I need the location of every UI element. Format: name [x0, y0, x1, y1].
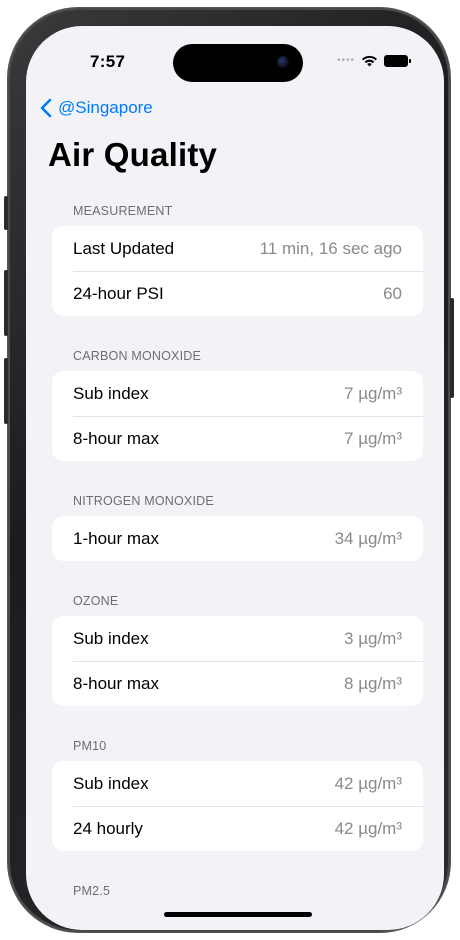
- row-label: 8-hour max: [73, 428, 159, 448]
- list-item: Sub index 3 µg/m³: [52, 616, 423, 661]
- back-button-label: @Singapore: [58, 98, 153, 117]
- row-value: 7 µg/m³: [344, 428, 402, 448]
- home-indicator[interactable]: [164, 912, 312, 917]
- volume-down-button: [4, 358, 8, 424]
- row-value: 3 µg/m³: [344, 628, 402, 648]
- list-item: 8-hour max 7 µg/m³: [52, 416, 423, 461]
- section-nitrogen-monoxide: NITROGEN MONOXIDE 1-hour max 34 µg/m³: [52, 486, 423, 561]
- section-header: OZONE: [73, 594, 119, 608]
- section-header: MEASUREMENT: [73, 204, 173, 218]
- row-value: 34 µg/m³: [334, 528, 402, 548]
- status-icons: ••••: [336, 54, 411, 67]
- phone-frame: 7:57 •••• @Singapore Air Quality MEASURE…: [4, 8, 454, 932]
- chevron-left-icon: [40, 98, 52, 118]
- power-button: [450, 298, 454, 398]
- section-group: Sub index 42 µg/m³ 24 hourly 42 µg/m³: [52, 761, 423, 851]
- row-value: 7 µg/m³: [344, 383, 402, 403]
- section-header: NITROGEN MONOXIDE: [73, 494, 214, 508]
- row-label: 24 hourly: [73, 818, 143, 838]
- section-header: PM2.5: [73, 884, 111, 898]
- settings-list: MEASUREMENT Last Updated 11 min, 16 sec …: [52, 196, 423, 930]
- section-pm10: PM10 Sub index 42 µg/m³ 24 hourly 42 µg/…: [52, 731, 423, 851]
- wifi-icon: [362, 55, 377, 67]
- list-item: 24-hour PSI 60: [52, 271, 423, 316]
- back-button[interactable]: @Singapore: [40, 98, 153, 118]
- signal-dots-icon: ••••: [336, 55, 355, 66]
- front-camera-icon: [277, 56, 289, 68]
- row-value: 8 µg/m³: [344, 673, 402, 693]
- screen: 7:57 •••• @Singapore Air Quality MEASURE…: [26, 26, 444, 930]
- list-item: Sub index 42 µg/m³: [52, 761, 423, 806]
- row-label: Sub index: [73, 383, 149, 403]
- row-label: 1-hour max: [73, 528, 159, 548]
- row-value: 42 µg/m³: [334, 818, 402, 838]
- section-group: Sub index 7 µg/m³ 8-hour max 7 µg/m³: [52, 371, 423, 461]
- section-header: PM10: [73, 739, 107, 753]
- row-label: Sub index: [73, 773, 149, 793]
- row-value: 42 µg/m³: [334, 773, 402, 793]
- list-item: Last Updated 11 min, 16 sec ago: [52, 226, 423, 271]
- page-title: Air Quality: [48, 136, 218, 173]
- section-header: CARBON MONOXIDE: [73, 349, 202, 363]
- battery-icon: [384, 54, 411, 67]
- section-carbon-monoxide: CARBON MONOXIDE Sub index 7 µg/m³ 8-hour…: [52, 341, 423, 461]
- status-time: 7:57: [90, 52, 126, 71]
- section-group: Last Updated 11 min, 16 sec ago 24-hour …: [52, 226, 423, 316]
- row-label: Sub index: [73, 628, 149, 648]
- volume-up-button: [4, 270, 8, 336]
- section-measurement: MEASUREMENT Last Updated 11 min, 16 sec …: [52, 196, 423, 316]
- row-label: 24-hour PSI: [73, 283, 164, 303]
- row-value: 60: [383, 283, 402, 303]
- section-ozone: OZONE Sub index 3 µg/m³ 8-hour max 8 µg/…: [52, 586, 423, 706]
- section-group: Sub index 3 µg/m³ 8-hour max 8 µg/m³: [52, 616, 423, 706]
- list-item: 1-hour max 34 µg/m³: [52, 516, 423, 561]
- list-item: 24 hourly 42 µg/m³: [52, 806, 423, 851]
- row-value: 11 min, 16 sec ago: [259, 238, 402, 258]
- action-button: [4, 196, 8, 230]
- dynamic-island: [173, 44, 303, 82]
- section-pm25: PM2.5: [52, 876, 423, 906]
- section-group: 1-hour max 34 µg/m³: [52, 516, 423, 561]
- list-item: Sub index 7 µg/m³: [52, 371, 423, 416]
- row-label: 8-hour max: [73, 673, 159, 693]
- row-label: Last Updated: [73, 238, 175, 258]
- status-bar: 7:57 ••••: [26, 26, 444, 82]
- list-item: 8-hour max 8 µg/m³: [52, 661, 423, 706]
